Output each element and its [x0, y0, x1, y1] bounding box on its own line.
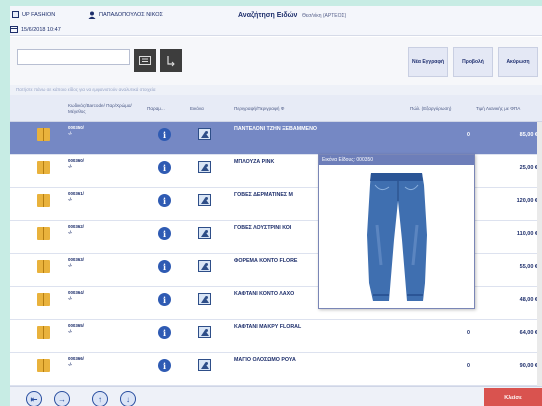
- item-price: 25,00 €: [519, 165, 538, 171]
- item-code: 000360/-/-: [68, 158, 84, 169]
- product-box-icon: [37, 326, 50, 339]
- info-icon[interactable]: i: [158, 359, 171, 372]
- item-price: 120,00 €: [516, 198, 538, 204]
- page-down-button[interactable]: ↓: [120, 391, 136, 406]
- info-icon[interactable]: i: [158, 128, 171, 141]
- item-price: 64,00 €: [519, 330, 538, 336]
- image-preview-popup: Εικόνα Είδους: 000350: [318, 154, 475, 309]
- search-toolbar: Νέα Εγγραφή Προβολή Ακύρωση: [10, 37, 542, 85]
- image-icon[interactable]: [198, 293, 211, 305]
- column-header-code[interactable]: Κωδικός/Barcode/ Παρ/Χρώμα/Μέγεθος: [68, 95, 143, 122]
- item-description: ΓΟΒΕΣ ΛΟΥΣΤΡΙΝΙ ΚΟΙ: [234, 225, 292, 231]
- item-code: 000361/-/-: [68, 191, 84, 202]
- branch-label: Θεσ/νίκη (ΑΡΤΕΟΣ): [302, 13, 347, 19]
- table-row[interactable]: 000366/-/- i ΜΑΓΙΟ ΟΛΟΣΩΜΟ ΡΟΥΑ 0 90,00 €: [10, 353, 542, 386]
- item-description: ΜΠΛΟΥΖΑ PINK: [234, 159, 275, 165]
- denim-jeans-image: [319, 165, 474, 308]
- page-up-icon: ↑: [98, 394, 102, 404]
- user-icon: [88, 11, 96, 19]
- item-price: 110,00 €: [516, 231, 538, 237]
- column-header-params[interactable]: Παραμ...: [147, 95, 181, 122]
- clear-search-button[interactable]: [160, 49, 182, 72]
- table-header: Κωδικός/Barcode/ Παρ/Χρώμα/Μέγεθος Παραμ…: [10, 95, 542, 122]
- footer-bar: ⇤ → ↑ ↓ Κλείσε: [10, 386, 542, 406]
- item-code: 000350/-/-: [68, 125, 84, 136]
- item-quantity: 0: [467, 132, 470, 138]
- clear-input-icon: [167, 55, 175, 66]
- page-title: Αναζήτηση Ειδών: [238, 12, 298, 19]
- image-icon[interactable]: [198, 161, 211, 173]
- popup-title: Εικόνα Είδους: 000350: [319, 155, 474, 165]
- info-icon[interactable]: i: [158, 161, 171, 174]
- item-code: 000363/-/-: [68, 257, 84, 268]
- image-icon[interactable]: [198, 359, 211, 371]
- image-icon[interactable]: [198, 194, 211, 206]
- calendar-icon: [10, 26, 18, 33]
- column-header-image[interactable]: Εικόνα: [190, 95, 220, 122]
- date-label: 15/6/2018 10:47: [10, 26, 61, 33]
- item-quantity: 0: [467, 363, 470, 369]
- image-icon[interactable]: [198, 326, 211, 338]
- item-description: ΜΑΓΙΟ ΟΛΟΣΩΜΟ ΡΟΥΑ: [234, 357, 296, 363]
- column-header-description[interactable]: Περιγραφή/Περιγραφή Φ: [234, 95, 354, 122]
- item-description: ΚΑΦΤΑΝΙ ΜΑΚΡΥ FLORAL: [234, 324, 302, 330]
- view-button[interactable]: Προβολή: [453, 47, 493, 77]
- item-code: 000365/-/-: [68, 323, 84, 334]
- item-description: ΓΟΒΕΣ ΔΕΡΜΑΤΙΝΕΣ Μ: [234, 192, 293, 198]
- page-down-icon: ↓: [126, 394, 130, 404]
- cancel-button[interactable]: Ακύρωση: [498, 47, 538, 77]
- table-row[interactable]: 000350/-/- i ΠΑΝΤΕΛΟΝΙ ΤΖΗΝ ΞΕΒΑΜΜΕΝΟ 0 85,0…: [10, 122, 542, 155]
- product-box-icon: [37, 293, 50, 306]
- page-up-button[interactable]: ↑: [92, 391, 108, 406]
- next-page-icon: →: [58, 394, 66, 404]
- user-label: ΠΑΠΑΔΟΠΟΥΛΟΣ ΝΙΚΟΣ: [88, 11, 163, 19]
- product-box-icon: [37, 161, 50, 174]
- product-box-icon: [37, 227, 50, 240]
- first-page-button[interactable]: ⇤: [26, 391, 42, 406]
- table-row[interactable]: 000365/-/- i ΚΑΦΤΑΝΙ ΜΑΚΡΥ FLORAL 0 64,00 €: [10, 320, 542, 353]
- company-label: UP FASHION: [12, 11, 55, 18]
- item-price: 90,00 €: [519, 363, 538, 369]
- column-header-price[interactable]: Τιμή Λιανικής με ΦΠΑ: [476, 95, 540, 122]
- app-window: UP FASHION ΠΑΠΑΔΟΠΟΥΛΟΣ ΝΙΚΟΣ Αναζήτηση …: [10, 6, 542, 406]
- barcode-scan-button[interactable]: [134, 49, 156, 72]
- item-description: ΦΟΡΕΜΑ ΚΟΝΤΟ FLORE: [234, 258, 298, 264]
- item-code: 000364/-/-: [68, 290, 84, 301]
- next-page-button[interactable]: →: [54, 391, 70, 406]
- product-box-icon: [37, 194, 50, 207]
- item-price: 55,00 €: [519, 264, 538, 270]
- image-icon[interactable]: [198, 260, 211, 272]
- store-icon: [12, 11, 19, 18]
- info-icon[interactable]: i: [158, 326, 171, 339]
- item-code: 000366/-/-: [68, 356, 84, 367]
- table-scrollbar[interactable]: [537, 122, 542, 386]
- image-icon[interactable]: [198, 227, 211, 239]
- info-icon[interactable]: i: [158, 194, 171, 207]
- product-box-icon: [37, 260, 50, 273]
- close-button[interactable]: Κλείσε: [484, 388, 542, 406]
- product-box-icon: [37, 359, 50, 372]
- search-input[interactable]: [17, 49, 130, 65]
- info-icon[interactable]: i: [158, 227, 171, 240]
- item-description: ΚΑΦΤΑΝΙ ΚΟΝΤΟ ΛΑΧΟ: [234, 291, 295, 297]
- hint-text: Πατήστε πάνω σε κάποιο είδος για να εμφα…: [10, 85, 542, 95]
- item-code: 000362/-/-: [68, 224, 84, 235]
- item-description: ΠΑΝΤΕΛΟΝΙ ΤΖΗΝ ΞΕΒΑΜΜΕΝΟ: [234, 126, 318, 132]
- info-icon[interactable]: i: [158, 260, 171, 273]
- image-icon[interactable]: [198, 128, 211, 140]
- item-price: 48,00 €: [519, 297, 538, 303]
- top-header: UP FASHION ΠΑΠΑΔΟΠΟΥΛΟΣ ΝΙΚΟΣ Αναζήτηση …: [10, 6, 542, 36]
- first-page-icon: ⇤: [30, 394, 38, 404]
- barcode-icon: [139, 56, 151, 65]
- new-entry-button[interactable]: Νέα Εγγραφή: [408, 47, 448, 77]
- product-box-icon: [37, 128, 50, 141]
- info-icon[interactable]: i: [158, 293, 171, 306]
- item-quantity: 0: [467, 330, 470, 336]
- item-price: 85,00 €: [519, 132, 538, 138]
- column-header-sold[interactable]: Πώλ. (Εξαργύρωση): [410, 95, 472, 122]
